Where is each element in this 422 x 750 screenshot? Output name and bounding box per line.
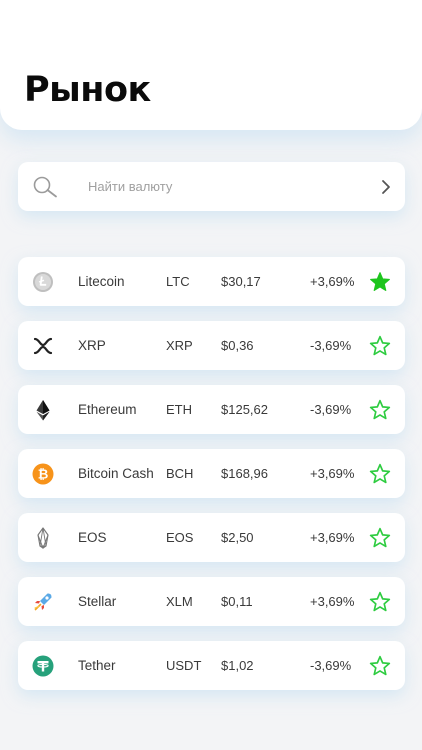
coin-symbol: XRP xyxy=(166,338,193,353)
coin-change: +3,69% xyxy=(310,466,355,481)
coin-name: Litecoin xyxy=(78,274,125,289)
xrp-icon xyxy=(33,337,53,355)
coin-name: Stellar xyxy=(78,594,117,609)
chevron-right-icon[interactable] xyxy=(380,179,392,195)
star-outline-icon[interactable] xyxy=(369,591,391,613)
coin-price: $30,17 xyxy=(221,274,261,289)
coin-symbol: BCH xyxy=(166,466,194,481)
star-outline-icon[interactable] xyxy=(369,527,391,549)
coin-price: $0,11 xyxy=(221,594,253,609)
coin-price: $125,62 xyxy=(221,402,268,417)
coin-row-tether[interactable]: Tether USDT $1,02 -3,69% xyxy=(18,641,405,690)
coin-change: +3,69% xyxy=(310,530,355,545)
eos-icon xyxy=(37,527,49,549)
coin-row-stellar[interactable]: Stellar XLM $0,11 +3,69% xyxy=(18,577,405,626)
header: Рынок xyxy=(0,0,422,130)
coin-name: Ethereum xyxy=(78,402,137,417)
market-screen: Рынок Litecoin LTC $30,17 +3,69% xyxy=(0,0,422,750)
svg-text:₿: ₿ xyxy=(38,468,49,483)
litecoin-icon xyxy=(33,272,53,292)
coin-change: -3,69% xyxy=(310,658,352,673)
coin-name: XRP xyxy=(78,338,106,353)
coin-price: $0,36 xyxy=(221,338,254,353)
tether-icon xyxy=(32,655,54,677)
star-filled-icon[interactable] xyxy=(369,271,391,293)
coin-price: $1,02 xyxy=(221,658,254,673)
coin-symbol: ETH xyxy=(166,402,192,417)
coin-name: Bitcoin Cash xyxy=(78,466,154,481)
coin-row-bitcoin-cash[interactable]: ₿ Bitcoin Cash BCH $168,96 +3,69% xyxy=(18,449,405,498)
star-outline-icon[interactable] xyxy=(369,463,391,485)
coin-change: -3,69% xyxy=(310,402,352,417)
page-title: Рынок xyxy=(24,70,151,110)
star-outline-icon[interactable] xyxy=(369,335,391,357)
coin-price: $2,50 xyxy=(221,530,254,545)
coin-row-xrp[interactable]: XRP XRP $0,36 -3,69% xyxy=(18,321,405,370)
coin-change: +3,69% xyxy=(310,594,355,609)
coin-name: EOS xyxy=(78,530,107,545)
coin-symbol: USDT xyxy=(166,658,202,673)
coin-price: $168,96 xyxy=(221,466,268,481)
coin-symbol: XLM xyxy=(166,594,193,609)
coin-name: Tether xyxy=(78,658,116,673)
star-outline-icon[interactable] xyxy=(369,655,391,677)
coin-change: -3,69% xyxy=(310,338,352,353)
search-input[interactable] xyxy=(88,162,368,211)
coin-row-eos[interactable]: EOS EOS $2,50 +3,69% xyxy=(18,513,405,562)
coin-symbol: EOS xyxy=(166,530,194,545)
coin-row-litecoin[interactable]: Litecoin LTC $30,17 +3,69% xyxy=(18,257,405,306)
bitcoin-cash-icon: ₿ xyxy=(32,463,54,485)
ethereum-icon xyxy=(36,400,50,421)
coin-change: +3,69% xyxy=(310,274,355,289)
search-bar[interactable] xyxy=(18,162,405,211)
coin-list: Litecoin LTC $30,17 +3,69% XRP XRP $0,36… xyxy=(18,257,405,705)
coin-row-ethereum[interactable]: Ethereum ETH $125,62 -3,69% xyxy=(18,385,405,434)
stellar-rocket-icon xyxy=(34,593,52,611)
coin-symbol: LTC xyxy=(166,274,190,289)
star-outline-icon[interactable] xyxy=(369,399,391,421)
search-icon xyxy=(33,176,57,198)
